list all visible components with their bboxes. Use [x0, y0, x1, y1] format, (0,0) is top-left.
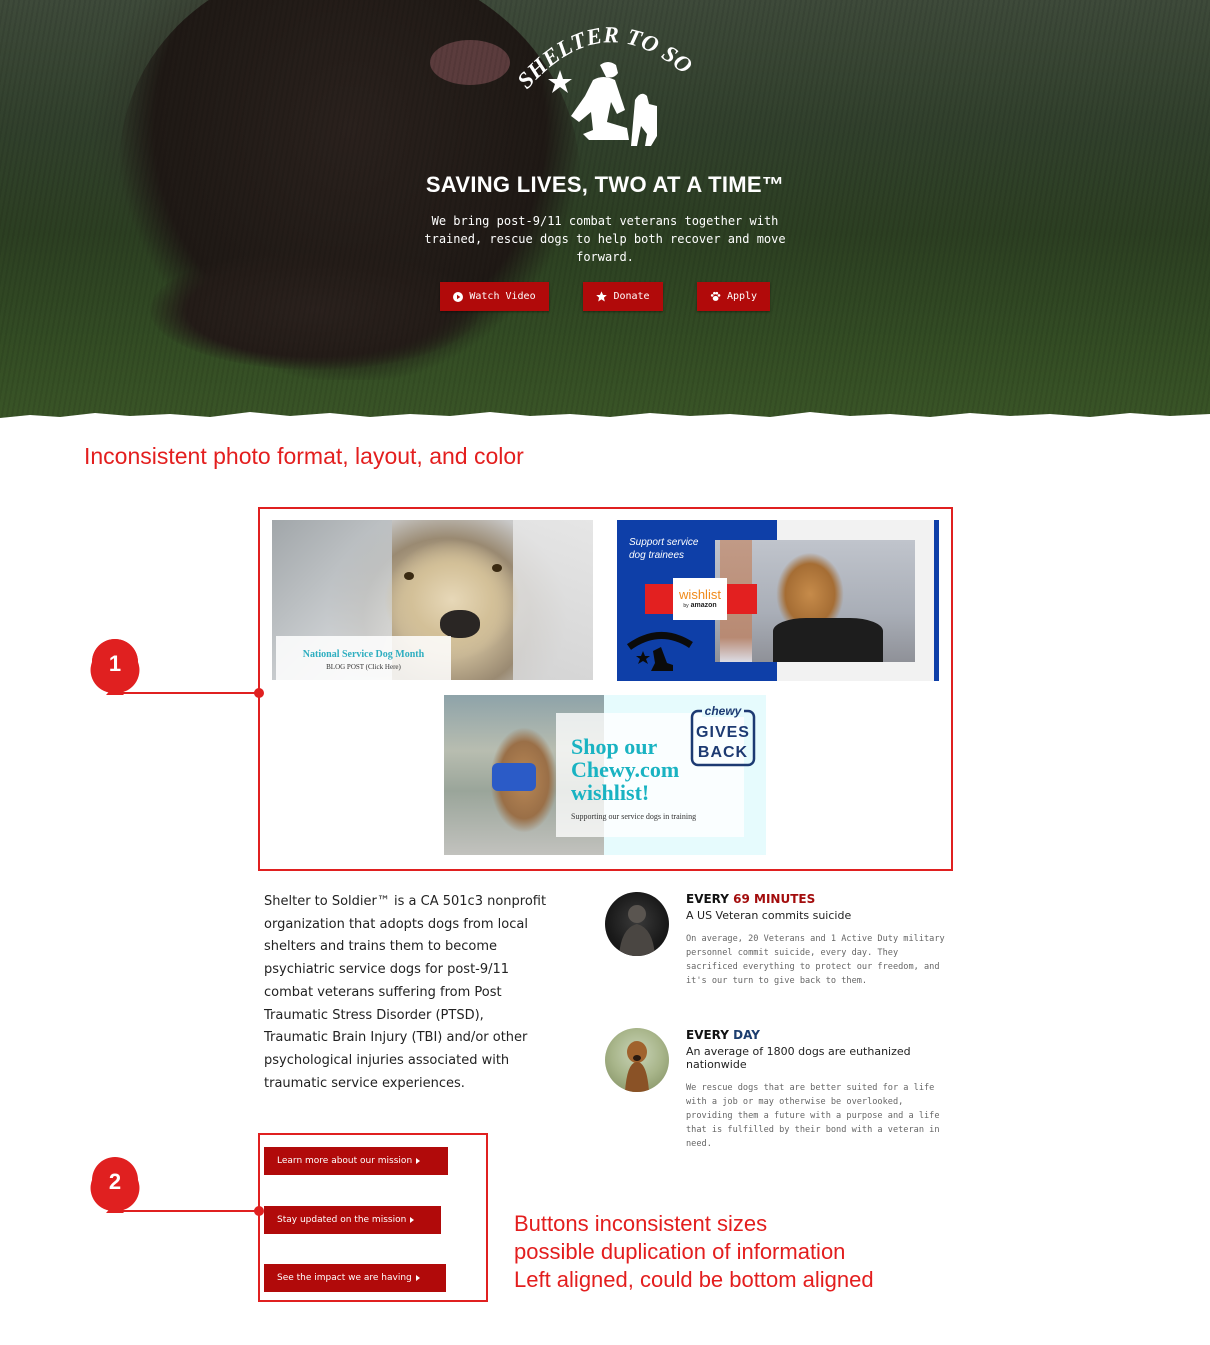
play-circle-icon: [453, 291, 464, 302]
stat-1-heading-highlight: 69 MINUTES: [733, 892, 816, 906]
apply-button[interactable]: Apply: [697, 282, 770, 311]
veteran-silhouette-icon: [619, 905, 655, 956]
paw-icon: [710, 291, 721, 301]
annotation-note-line-1: Buttons inconsistent sizes: [514, 1211, 768, 1236]
annotation-box-2: [258, 1133, 488, 1302]
about-paragraph: Shelter to Soldier™ is a CA 501c3 nonpro…: [264, 894, 547, 1091]
logo-dog-icon: [631, 93, 657, 146]
star-icon: [596, 291, 608, 302]
apply-label: Apply: [726, 291, 758, 302]
annotation-line-2: [115, 1210, 260, 1212]
stat-2-subheading: An average of 1800 dogs are euthanized n…: [686, 1045, 911, 1071]
annotation-marker-2-number: 2: [109, 1169, 121, 1194]
annotation-note-line-2: possible duplication of information: [514, 1239, 846, 1264]
shelter-to-soldier-logo[interactable]: SHELTER TO SOLDIER: [505, 10, 705, 170]
annotation-note-line-3: Left aligned, could be bottom aligned: [514, 1267, 874, 1292]
logo-soldier-icon: [571, 62, 629, 140]
hero-subtitle: We bring post-9/11 combat veterans toget…: [424, 214, 786, 264]
dog-silhouette-icon: [625, 1041, 649, 1092]
stat-1-subheading: A US Veteran commits suicide: [686, 909, 852, 922]
hero-title: SAVING LIVES, TWO AT A TIME™: [425, 172, 785, 197]
annotation-dot-1: [254, 688, 264, 698]
annotation-note: Buttons inconsistent sizes possible dupl…: [514, 1210, 874, 1294]
watch-video-label: Watch Video: [469, 291, 536, 302]
annotation-box-1: [258, 507, 953, 871]
veteran-avatar: [605, 892, 669, 956]
annotation-marker-2: 2: [90, 1157, 140, 1213]
stat-2-heading-prefix: EVERY: [686, 1028, 734, 1042]
annotation-marker-1-number: 1: [109, 651, 121, 676]
annotation-line-1: [115, 692, 260, 694]
annotation-heading: Inconsistent photo format, layout, and c…: [84, 443, 524, 469]
stat-2-heading: EVERY DAY: [686, 1028, 760, 1042]
stat-1-heading: EVERY 69 MINUTES: [686, 892, 815, 906]
logo-star-icon: [548, 70, 572, 93]
stat-1-body: On average, 20 Veterans and 1 Active Dut…: [686, 934, 945, 986]
stat-2-heading-highlight: DAY: [733, 1028, 760, 1042]
annotation-dot-2: [254, 1206, 264, 1216]
watch-video-button[interactable]: Watch Video: [440, 282, 549, 311]
rescue-dog-avatar: [605, 1028, 669, 1092]
donate-button[interactable]: Donate: [583, 282, 663, 311]
hero-section: SHELTER TO SOLDIER SAVING LIVES, TWO AT …: [0, 0, 1210, 425]
stat-2-body: We rescue dogs that are better suited fo…: [686, 1083, 940, 1149]
donate-label: Donate: [613, 291, 650, 302]
stat-1-heading-prefix: EVERY: [686, 892, 734, 906]
torn-paper-edge: [0, 412, 1210, 425]
annotation-marker-1: 1: [90, 639, 140, 695]
